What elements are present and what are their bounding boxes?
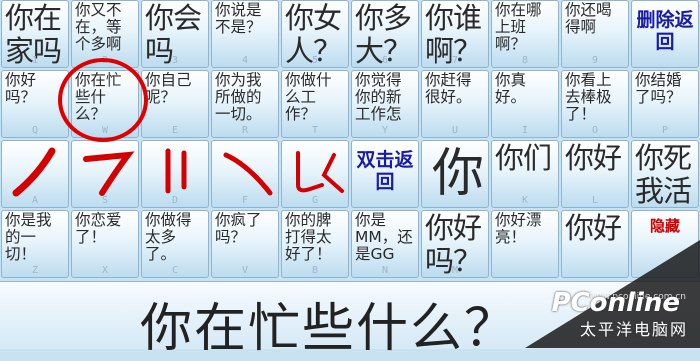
key-hint: X [101,265,109,276]
key-hint: Y [381,125,389,136]
key-hint: G [311,195,319,206]
key-hint: 1 [31,55,39,66]
key-label: 你疯了吗？ [215,211,262,246]
phrase-key[interactable]: 双击返回 [351,140,419,208]
phrase-key[interactable]: 你是MM，还是GG N [351,210,419,278]
watermark: www.pconline.com.cn PConline 太平洋电脑网 [525,240,700,348]
phrase-key[interactable]: 你做得太多了。 C [141,210,209,278]
key-hint: F [241,195,249,206]
key-hint: D [171,195,179,206]
key-label: 你的脾打得太好了！ [285,211,332,263]
key-hint: E [171,125,179,136]
key-label: 你为我所做的一切。 [215,71,262,123]
key-label: 你好 [565,141,622,175]
phrase-key[interactable]: 你好吗？ M [421,210,489,278]
key-hint: 3 [171,55,179,66]
key-label: 你赶得很好。 [425,71,472,106]
phrase-key[interactable]: 你看上去棒极了！ O [561,70,629,138]
key-hint: Q [31,125,39,136]
key-hint: 5 [311,55,319,66]
key-hint: 9 [591,55,599,66]
phrase-key[interactable]: 你真好。 I [491,70,559,138]
phrase-key[interactable]: 你觉得你的新工作怎 Y [351,70,419,138]
phrase-key[interactable]: G [281,140,349,208]
key-label: 你好吗？ [5,71,37,106]
key-hint: 7 [451,55,459,66]
phrase-key[interactable]: 你是我的一切！ Z [1,210,69,278]
key-label: 你恋爱了！ [75,211,122,246]
phrase-key[interactable]: 删除返回 [631,0,699,68]
phrase-key[interactable]: 你为我所做的一切。 R [211,70,279,138]
watermark-brand: PConline [551,288,680,318]
key-hint: T [311,125,319,136]
phrase-key[interactable]: 你结婚了吗？ P [631,70,699,138]
key-label: 你说是不是？ [215,1,262,36]
key-hint: 4 [241,55,249,66]
phrase-key[interactable]: D [141,140,209,208]
key-hint: N [381,265,389,276]
phrase-key[interactable]: F [211,140,279,208]
key-row: A S D F G 双击返回你你们 K 你好 L 你死我活 [0,140,700,208]
key-hint: M [451,265,459,276]
phrase-key[interactable]: 你 [421,140,489,208]
phrase-key[interactable]: 你在哪上班啊？ 8 [491,0,559,68]
key-label: 双击返回 [356,149,414,193]
key-label: 你在哪上班啊？ [495,1,542,53]
key-hint: 6 [381,55,389,66]
key-hint: O [591,125,599,136]
phrase-key[interactable]: 你恋爱了！ X [71,210,139,278]
phrase-key[interactable]: 你赶得很好。 U [421,70,489,138]
phrase-key[interactable]: 你会吗 3 [141,0,209,68]
phrase-key[interactable]: 你还喝得啊 9 [561,0,629,68]
key-hint: U [451,125,459,136]
key-label: 你觉得你的新工作怎 [355,71,402,123]
key-hint: V [241,265,249,276]
highlight-circle [58,58,148,142]
key-hint: I [521,125,529,136]
key-hint: S [101,195,109,206]
phrase-key[interactable]: 你说是不是？ 4 [211,0,279,68]
key-label: 你做得太多了。 [145,211,192,263]
key-label: 你们 [495,141,552,175]
key-label: 你真好。 [495,71,527,106]
phrase-key[interactable]: 你死我活 [631,140,699,208]
watermark-sub: 太平洋电脑网 [579,320,688,339]
key-label: 你又不在，等个多啊 [75,1,122,53]
key-label: 你是我的一切！ [5,211,52,263]
phrase-key[interactable]: 你的脾打得太好了！ B [281,210,349,278]
key-label: 你自己呢？ [145,71,192,106]
key-hint: Z [31,265,39,276]
phrase-key[interactable]: A [1,140,69,208]
phrase-key[interactable]: 你疯了吗？ V [211,210,279,278]
phrase-key[interactable]: 你女人？ 5 [281,0,349,68]
key-hint: A [31,195,39,206]
phrase-key[interactable]: 你在家吗 1 [1,0,69,68]
key-label: 你还喝得啊 [565,1,612,36]
phrase-key[interactable]: 你谁啊？ 7 [421,0,489,68]
key-hint: R [241,125,249,136]
key-hint: B [311,265,319,276]
phrase-key[interactable]: 你多大？ 6 [351,0,419,68]
phrase-key[interactable]: 你好 L [561,140,629,208]
key-label: 你结婚了吗？ [635,71,682,106]
key-label: 你死我活 [635,141,692,208]
key-label: 你看上去棒极了！ [565,71,612,123]
key-label: 你是MM，还是GG [355,211,413,263]
key-hint: C [171,265,179,276]
key-hint: L [591,195,599,206]
key-hint: P [661,125,669,136]
key-hint: K [521,195,529,206]
key-label: 删除返回 [636,9,694,53]
key-label: 隐藏 [649,217,680,235]
phrase-key[interactable]: 你们 K [491,140,559,208]
phrase-key[interactable]: 你自己呢？ E [141,70,209,138]
key-label: 你做什么工作？ [285,71,332,123]
key-label: 你 [432,144,485,204]
phrase-key[interactable]: 你做什么工作？ T [281,70,349,138]
composed-text: 你在忙些什么？ [140,299,519,359]
key-hint: 8 [521,55,529,66]
phrase-key[interactable]: S [71,140,139,208]
